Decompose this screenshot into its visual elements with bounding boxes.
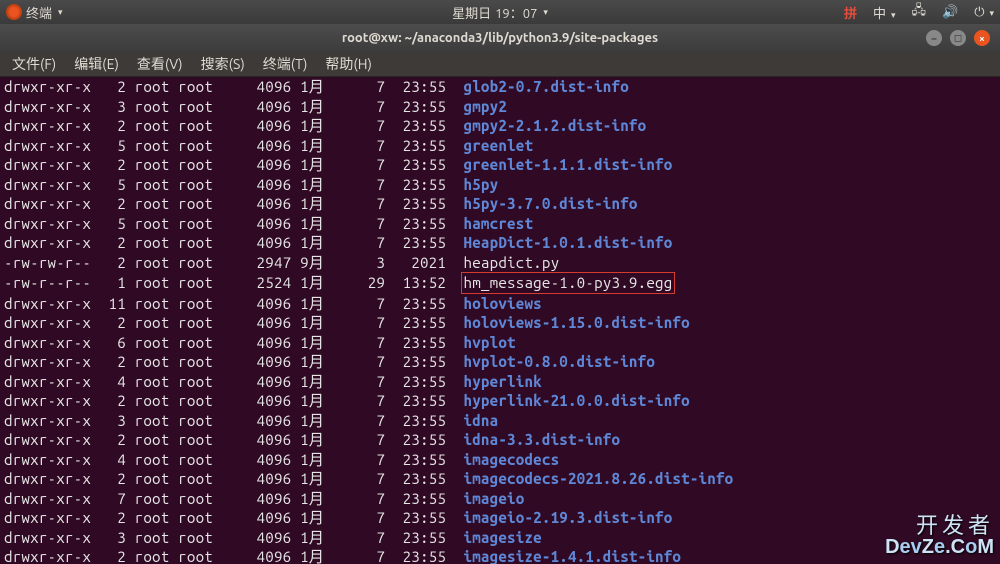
ls-row: drwxr-xr-x 2 root root 4096 1月 7 23:55 i… <box>4 547 996 564</box>
active-app-label: 终端 <box>26 3 52 22</box>
ls-row: drwxr-xr-x 5 root root 4096 1月 7 23:55 h… <box>4 175 996 195</box>
entry-name: hyperlink-21.0.0.dist-info <box>464 392 690 409</box>
close-button[interactable]: × <box>974 30 990 46</box>
entry-name: idna-3.3.dist-info <box>464 431 621 448</box>
ubuntu-logo-icon <box>6 4 22 20</box>
ls-row: drwxr-xr-x 2 root root 4096 1月 7 23:55 i… <box>4 430 996 450</box>
menu-view[interactable]: 查看(V) <box>129 52 191 76</box>
ls-row: -rw-r--r-- 1 root root 2524 1月 29 13:52 … <box>4 272 996 294</box>
ls-row: drwxr-xr-x 5 root root 4096 1月 7 23:55 h… <box>4 214 996 234</box>
ls-row: drwxr-xr-x 2 root root 4096 1月 7 23:55 i… <box>4 469 996 489</box>
window-controls: – ◻ × <box>926 30 1000 46</box>
menu-edit[interactable]: 编辑(E) <box>66 52 127 76</box>
entry-name: imageio <box>464 490 525 507</box>
entry-name: imageio-2.19.3.dist-info <box>464 509 673 526</box>
ls-row: drwxr-xr-x 2 root root 4096 1月 7 23:55 h… <box>4 194 996 214</box>
ls-row: drwxr-xr-x 7 root root 4096 1月 7 23:55 i… <box>4 489 996 509</box>
system-panel: 终端 ▾ 星期日 19：07 ▾ 拼 中 ▾ 🖧 🔊 ⏻ ▾ <box>0 0 1000 24</box>
menu-help[interactable]: 帮助(H) <box>317 52 380 76</box>
ls-row: drwxr-xr-x 4 root root 4096 1月 7 23:55 h… <box>4 372 996 392</box>
ls-row: drwxr-xr-x 4 root root 4096 1月 7 23:55 i… <box>4 450 996 470</box>
window-title: root@xw: ~/anaconda3/lib/python3.9/site-… <box>342 31 658 45</box>
date-label: 星期日 <box>452 3 491 22</box>
ls-row: drwxr-xr-x 2 root root 4096 1月 7 23:55 g… <box>4 77 996 97</box>
panel-right: 拼 中 ▾ 🖧 🔊 ⏻ ▾ <box>844 1 994 23</box>
ls-row: drwxr-xr-x 2 root root 4096 1月 7 23:55 g… <box>4 155 996 175</box>
entry-name: hvplot <box>464 334 516 351</box>
entry-name: gmpy2 <box>464 98 508 115</box>
panel-clock[interactable]: 星期日 19：07 ▾ <box>452 3 548 22</box>
entry-name: h5py-3.7.0.dist-info <box>464 195 638 212</box>
minimize-button[interactable]: – <box>926 30 942 46</box>
network-icon[interactable]: 🖧 <box>912 1 927 23</box>
ls-row: drwxr-xr-x 2 root root 4096 1月 7 23:55 i… <box>4 508 996 528</box>
chevron-down-icon: ▾ <box>543 7 548 18</box>
ls-row: drwxr-xr-x 2 root root 4096 1月 7 23:55 g… <box>4 116 996 136</box>
menu-search[interactable]: 搜索(S) <box>193 52 253 76</box>
ls-row: drwxr-xr-x 3 root root 4096 1月 7 23:55 i… <box>4 528 996 548</box>
ls-row: drwxr-xr-x 2 root root 4096 1月 7 23:55 h… <box>4 352 996 372</box>
entry-name: hamcrest <box>464 215 534 232</box>
panel-left: 终端 ▾ <box>6 3 63 22</box>
entry-name: greenlet-1.1.1.dist-info <box>464 156 673 173</box>
power-icon[interactable]: ⏻ ▾ <box>974 5 994 20</box>
ime-indicator[interactable]: 拼 <box>844 3 857 22</box>
ls-row: drwxr-xr-x 2 root root 4096 1月 7 23:55 h… <box>4 313 996 333</box>
ls-row: drwxr-xr-x 3 root root 4096 1月 7 23:55 g… <box>4 97 996 117</box>
ls-row: -rw-rw-r-- 2 root root 2947 9月 3 2021 he… <box>4 253 996 273</box>
entry-name: gmpy2-2.1.2.dist-info <box>464 117 647 134</box>
menu-terminal[interactable]: 终端(T) <box>255 52 316 76</box>
menu-file[interactable]: 文件(F) <box>4 52 64 76</box>
time-label: 19：07 <box>495 3 537 22</box>
entry-name: greenlet <box>464 137 534 154</box>
entry-name: HeapDict-1.0.1.dist-info <box>464 234 673 251</box>
entry-name: idna <box>464 412 499 429</box>
entry-name: heapdict.py <box>464 254 560 271</box>
ls-row: drwxr-xr-x 5 root root 4096 1月 7 23:55 g… <box>4 136 996 156</box>
entry-name: imagecodecs-2021.8.26.dist-info <box>464 470 734 487</box>
ls-row: drwxr-xr-x 2 root root 4096 1月 7 23:55 h… <box>4 391 996 411</box>
terminal-output[interactable]: drwxr-xr-x 2 root root 4096 1月 7 23:55 g… <box>0 77 1000 564</box>
entry-name: holoviews-1.15.0.dist-info <box>464 314 690 331</box>
ls-row: drwxr-xr-x 11 root root 4096 1月 7 23:55 … <box>4 294 996 314</box>
ls-row: drwxr-xr-x 2 root root 4096 1月 7 23:55 H… <box>4 233 996 253</box>
highlighted-file: hm_message-1.0-py3.9.egg <box>461 272 676 294</box>
entry-name: imagecodecs <box>464 451 560 468</box>
entry-name: hvplot-0.8.0.dist-info <box>464 353 656 370</box>
ls-row: drwxr-xr-x 3 root root 4096 1月 7 23:55 i… <box>4 411 996 431</box>
entry-name: imagesize-1.4.1.dist-info <box>464 548 682 564</box>
maximize-button[interactable]: ◻ <box>950 30 966 46</box>
chevron-down-icon[interactable]: ▾ <box>58 7 63 18</box>
entry-name: hyperlink <box>464 373 542 390</box>
volume-icon[interactable]: 🔊 <box>942 5 958 20</box>
entry-name: imagesize <box>464 529 542 546</box>
entry-name: holoviews <box>464 295 542 312</box>
ls-row: drwxr-xr-x 6 root root 4096 1月 7 23:55 h… <box>4 333 996 353</box>
ime-lang[interactable]: 中 ▾ <box>873 3 896 22</box>
menubar: 文件(F) 编辑(E) 查看(V) 搜索(S) 终端(T) 帮助(H) <box>0 52 1000 77</box>
window-titlebar[interactable]: root@xw: ~/anaconda3/lib/python3.9/site-… <box>0 24 1000 52</box>
entry-name: glob2-0.7.dist-info <box>464 78 629 95</box>
entry-name: h5py <box>464 176 499 193</box>
